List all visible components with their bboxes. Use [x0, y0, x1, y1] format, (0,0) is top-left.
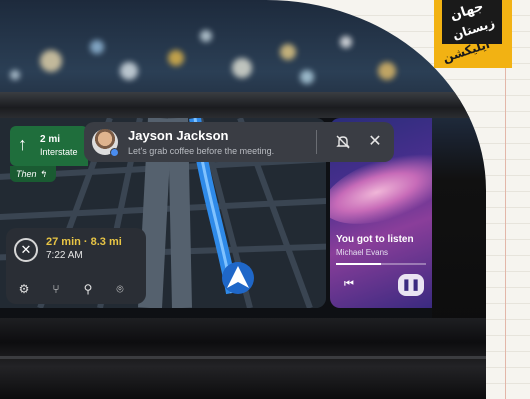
alternate-routes-icon[interactable]: ⑂: [46, 280, 66, 298]
arrival-time: 7:22 AM: [46, 250, 83, 261]
trip-info-card: ✕ 27 min · 8.3 mi 7:22 AM ⚙ ⑂ ⚲ ⌾: [6, 228, 146, 304]
dismiss-notification-button[interactable]: ✕: [364, 131, 386, 153]
search-icon[interactable]: ⚲: [78, 280, 98, 298]
mute-notification-icon[interactable]: [332, 131, 354, 153]
track-title: You got to listen: [336, 234, 414, 245]
magazine-logo: جهان زيستان ایلیکشن: [432, 0, 530, 72]
location-pin-icon[interactable]: ⌾: [110, 280, 130, 298]
straight-arrow-icon: ↑: [18, 134, 27, 154]
previous-track-button[interactable]: ⏮: [344, 278, 354, 291]
bokeh-light: [232, 58, 252, 78]
bokeh-light: [280, 44, 296, 60]
bokeh-light: [340, 36, 352, 48]
bokeh-light: [120, 62, 138, 80]
turn-road-name: Interstate: [40, 147, 78, 157]
bokeh-light: [40, 50, 62, 72]
then-turn-chip: Then ↰: [10, 166, 56, 182]
track-artist: Michael Evans: [336, 248, 389, 257]
bokeh-light: [168, 50, 184, 66]
bokeh-light: [10, 70, 20, 80]
turn-direction-card[interactable]: ↑ 2 mi Interstate: [10, 126, 88, 166]
track-progress-fill: [336, 263, 381, 265]
turn-distance: 2 mi: [40, 134, 61, 145]
stage: ↑ 2 mi Interstate Then ↰ ✕ 27 min · 8.3 …: [0, 0, 530, 399]
message-notification[interactable]: Jayson Jackson Let's grab coffee before …: [84, 122, 394, 162]
bokeh-light: [90, 40, 104, 54]
dashboard-top-trim: [0, 92, 486, 118]
bokeh-light: [200, 30, 212, 42]
bell-off-icon: [336, 135, 350, 149]
infotainment-screen: ↑ 2 mi Interstate Then ↰ ✕ 27 min · 8.3 …: [0, 118, 432, 318]
message-app-badge-icon: [110, 148, 119, 157]
notification-sender: Jayson Jackson: [128, 128, 229, 143]
notification-message: Let's grab coffee before the meeting.: [128, 146, 275, 156]
settings-gear-icon[interactable]: ⚙: [14, 280, 34, 298]
end-route-button[interactable]: ✕: [14, 238, 38, 262]
pause-button[interactable]: ❚❚: [398, 274, 424, 296]
car-dashboard-photo: ↑ 2 mi Interstate Then ↰ ✕ 27 min · 8.3 …: [0, 0, 486, 399]
notification-divider: [316, 130, 317, 154]
dashboard-seam: [0, 356, 486, 359]
trip-eta: 27 min · 8.3 mi: [46, 236, 122, 248]
track-progress-bar[interactable]: [336, 263, 426, 265]
bokeh-light: [378, 62, 396, 80]
bokeh-light: [300, 70, 314, 84]
